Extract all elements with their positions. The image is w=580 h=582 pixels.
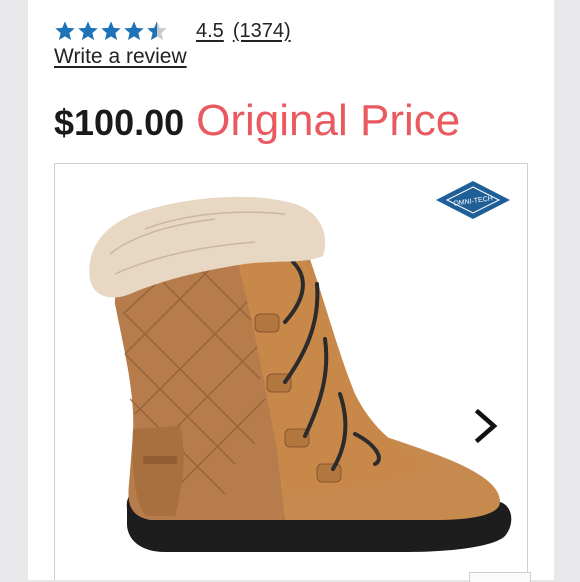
omni-tech-badge: OMNI-TECH: [436, 181, 510, 219]
product-image-frame[interactable]: OMNI-TECH: [54, 163, 531, 582]
chevron-right-icon[interactable]: [469, 404, 503, 448]
price-amount: $100.00: [54, 102, 185, 143]
price-row: $100.00 Original Price: [54, 96, 460, 146]
product-card: 4.5 (1374) Write a review $100.00 Origin…: [28, 0, 554, 582]
write-review-link[interactable]: Write a review: [54, 45, 187, 69]
rating-count[interactable]: (1374): [233, 20, 291, 43]
star-icon: [55, 21, 75, 40]
star-icon: [78, 21, 98, 40]
star-icon: [101, 21, 121, 40]
rating-row: 4.5 (1374): [54, 16, 291, 46]
original-price-label: Original Price: [196, 96, 461, 145]
star-rating[interactable]: [54, 20, 168, 42]
half-star-icon: [147, 21, 167, 40]
star-icon: [124, 21, 144, 40]
boot-image: [89, 196, 512, 552]
next-thumbnail[interactable]: [469, 572, 531, 582]
rating-value[interactable]: 4.5: [196, 20, 224, 43]
